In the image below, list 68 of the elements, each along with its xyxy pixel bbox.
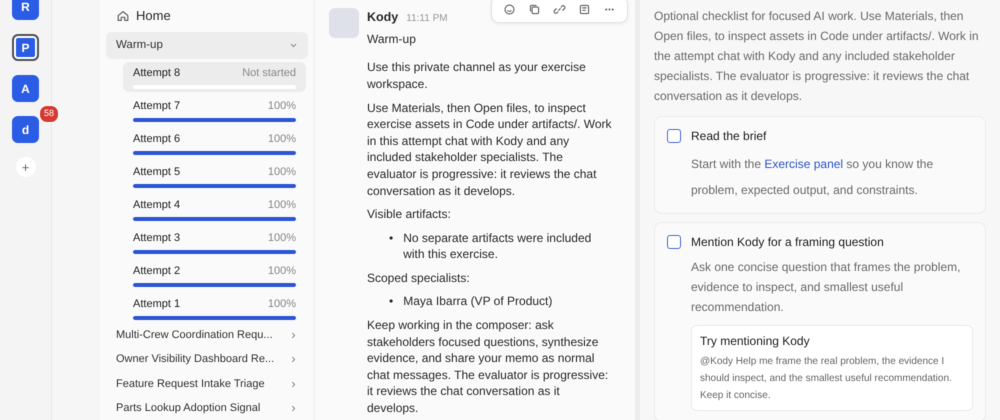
attempt-item[interactable]: Attempt 8 Not started — [123, 62, 306, 92]
bullet-text: Maya Ibarra (VP of Product) — [403, 293, 552, 310]
home-link[interactable]: Home — [106, 2, 181, 30]
attempt-status: 100% — [268, 230, 296, 245]
attempt-label: Attempt 8 — [133, 66, 180, 80]
link-icon — [553, 3, 566, 16]
message-text: Scoped specialists: — [367, 270, 471, 286]
add-workspace-button[interactable]: + — [16, 157, 36, 177]
message-text: Warm-up — [367, 30, 417, 48]
checklist-intro: Optional checklist for focused AI work. Use Materials, then Open files, to inspect assets in Code under artifacts/. Work in the attempt chat with Kody and any included stakeholder specialists. The evaluator is progressive: it reviews the chat conversation as it develops. — [654, 8, 980, 105]
workspace-button[interactable]: P — [12, 34, 39, 61]
suggestion-text: @Kody Help me frame the real problem, the evidence I should inspect, and the smallest useful recommendation. Keep it concise. — [700, 355, 953, 403]
section-header[interactable]: Warm-up — [106, 32, 308, 59]
attempt-item[interactable]: Attempt 2 100% — [123, 260, 306, 290]
chevron-icon — [289, 330, 298, 340]
avatar-image — [329, 8, 359, 38]
exercise-panel-link[interactable]: Exercise panel — [764, 157, 844, 171]
checkbox[interactable] — [667, 129, 681, 143]
note-icon — [578, 3, 591, 16]
sidebar-item[interactable]: Parts Lookup Adoption Signal — [106, 396, 308, 420]
message-time: 11:11 PM — [406, 12, 448, 26]
sidebar-item[interactable]: Owner Visibility Dashboard Re... — [106, 347, 308, 372]
checkbox[interactable] — [667, 235, 681, 249]
copy-icon — [528, 3, 541, 16]
bullet-marker: • — [389, 293, 394, 310]
attempt-label: Attempt 1 — [133, 296, 180, 311]
attempt-status: 100% — [268, 198, 296, 212]
bullet-marker: • — [389, 230, 394, 247]
attempt-status: 100% — [268, 98, 296, 113]
home-icon — [116, 8, 130, 23]
attempt-label: Attempt 2 — [133, 264, 180, 278]
attempt-item[interactable]: Attempt 3 100% — [123, 226, 306, 257]
attempt-item[interactable]: Attempt 1 100% — [123, 292, 306, 323]
attempt-status: 100% — [268, 132, 296, 146]
sidebar-item[interactable]: Feature Request Intake Triage — [106, 372, 308, 396]
workspace-button[interactable]: R — [12, 0, 39, 20]
reaction-icon — [503, 3, 516, 16]
attempt-item[interactable]: Attempt 4 100% — [123, 194, 306, 224]
attempt-status: 100% — [268, 296, 296, 311]
task-title: Mention Kody for a framing question — [691, 234, 885, 251]
attempt-status: Not started — [242, 66, 296, 80]
attempt-label: Attempt 3 — [133, 230, 180, 245]
author-name: Kody — [367, 9, 398, 26]
suggestion-title: Try mentioning Kody — [700, 333, 811, 350]
attempt-status: 100% — [268, 264, 296, 278]
attempt-item[interactable]: Attempt 5 100% — [123, 160, 306, 191]
task-title: Read the brief — [691, 128, 768, 145]
bullet-text: No separate artifacts were included with this exercise. — [403, 230, 592, 263]
workspace-button[interactable]: d — [12, 116, 39, 143]
attempt-label: Attempt 4 — [133, 198, 180, 212]
attempt-label: Attempt 6 — [133, 132, 180, 146]
message-text: Use Materials, then Open files, to inspect exercise assets in Code under artifacts/. Work in this attempt chat with Kody and any included stakeholder specialists. The evaluator is progressive: it reviews the chat conversation as it develops. — [367, 100, 612, 200]
chevron-icon — [289, 404, 298, 413]
task-description: Ask one concise question that frames the problem, evidence to inspect, and smallest useful recommendation. — [691, 259, 962, 316]
message-text: Visible artifacts: — [367, 206, 452, 223]
attempt-label: Attempt 7 — [133, 98, 180, 113]
chevron-icon — [289, 355, 298, 364]
workspace-button[interactable]: A — [12, 75, 39, 102]
message-text: Keep working in the composer: ask stakeholders focused questions, synthesize evidence, and share your memo as normal chat messages. The evaluator is progressive: it reviews the chat conversation as it develops. — [367, 317, 610, 417]
task-description: Start with the Exercise panel so you know the problem, expected output, and constraints. — [691, 156, 934, 199]
unread-count-badge: 58 — [39, 105, 60, 122]
attempt-label: Attempt 5 — [133, 164, 180, 179]
message-text: Use this private channel as your exercise workspace. — [367, 59, 587, 93]
attempt-item[interactable]: Attempt 6 100% — [123, 128, 306, 158]
attempt-item[interactable]: Attempt 7 100% — [123, 94, 306, 125]
attempt-status: 100% — [268, 164, 296, 179]
sidebar-item[interactable]: Multi-Crew Coordination Requ... — [106, 322, 308, 348]
chevron-icon — [289, 380, 298, 388]
